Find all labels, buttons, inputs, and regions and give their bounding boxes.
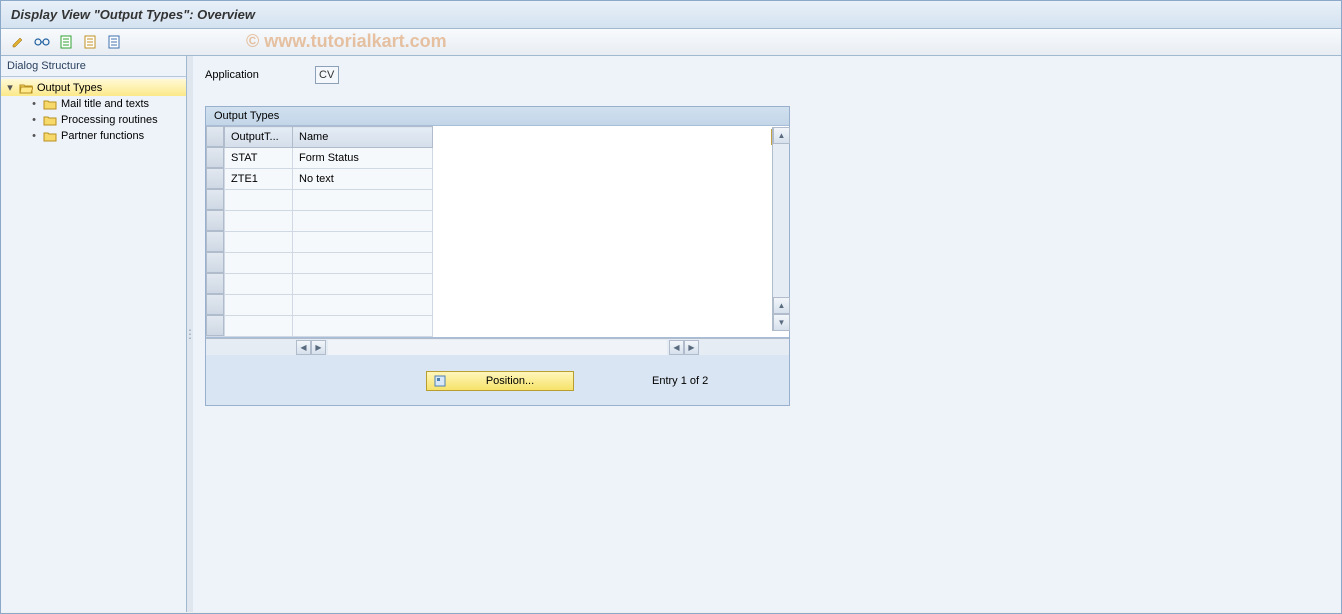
sidebar: Dialog Structure ▾ Output Types • Mail t… — [1, 56, 187, 612]
row-selector[interactable] — [206, 294, 224, 315]
row-select-column — [206, 126, 224, 337]
tree-item-processing-routines[interactable]: • Processing routines — [1, 112, 186, 128]
row-selector[interactable] — [206, 168, 224, 189]
position-button-label: Position... — [453, 375, 567, 387]
scroll-down-button[interactable]: ▼ — [773, 314, 790, 331]
scroll-up2-button[interactable]: ▲ — [773, 297, 790, 314]
select-all-corner[interactable] — [206, 126, 224, 147]
table-row[interactable] — [225, 274, 433, 295]
scroll-right-button[interactable]: ▶ — [311, 340, 326, 355]
table-row[interactable] — [225, 253, 433, 274]
tree-item-partner-functions[interactable]: • Partner functions — [1, 128, 186, 144]
scroll-track[interactable] — [328, 340, 667, 355]
glasses-icon — [34, 36, 50, 48]
output-types-table: OutputT... Name STAT Form Status ZTE1 No… — [224, 126, 433, 337]
collapse-icon[interactable]: ▾ — [5, 81, 15, 94]
tree: ▾ Output Types • Mail title and texts • … — [1, 77, 186, 146]
sidebar-header: Dialog Structure — [1, 56, 186, 77]
list-yellow-icon — [84, 35, 96, 49]
table-row[interactable] — [225, 190, 433, 211]
list-blue-icon — [108, 35, 120, 49]
table-row[interactable] — [225, 316, 433, 337]
table-row[interactable] — [225, 232, 433, 253]
scroll-left2-button[interactable]: ◀ — [669, 340, 684, 355]
cell-output-name[interactable]: No text — [293, 169, 433, 190]
scroll-left-button[interactable]: ◀ — [296, 340, 311, 355]
entry-status: Entry 1 of 2 — [652, 375, 708, 387]
toolbar: © www.tutorialkart.com — [1, 29, 1341, 56]
tree-item-mail-title[interactable]: • Mail title and texts — [1, 96, 186, 112]
application-field-row: Application — [205, 66, 1329, 84]
folder-icon — [43, 98, 57, 110]
select-all-button[interactable] — [57, 33, 75, 51]
tree-root-label: Output Types — [37, 82, 102, 94]
panel-footer: Position... Entry 1 of 2 — [206, 355, 789, 405]
main-area: Application Output Types — [193, 56, 1341, 612]
glasses-button[interactable] — [33, 33, 51, 51]
tree-item-label: Mail title and texts — [61, 98, 149, 110]
row-selector[interactable] — [206, 273, 224, 294]
list-green-icon — [60, 35, 72, 49]
cell-output-code[interactable]: STAT — [225, 148, 293, 169]
application-label: Application — [205, 69, 305, 81]
output-types-panel: Output Types Outp — [205, 106, 790, 406]
tree-root-output-types[interactable]: ▾ Output Types — [1, 79, 186, 96]
bullet-icon: • — [29, 130, 39, 142]
position-icon — [433, 374, 447, 388]
scroll-right2-button[interactable]: ▶ — [684, 340, 699, 355]
select-block-button[interactable] — [81, 33, 99, 51]
deselect-all-button[interactable] — [105, 33, 123, 51]
table-row[interactable]: STAT Form Status — [225, 148, 433, 169]
table-row[interactable]: ZTE1 No text — [225, 169, 433, 190]
row-selector[interactable] — [206, 210, 224, 231]
horizontal-scrollbar[interactable]: ◀ ▶ ◀ ▶ — [206, 338, 789, 355]
tree-item-label: Processing routines — [61, 114, 158, 126]
row-selector[interactable] — [206, 252, 224, 273]
window-title: Display View "Output Types": Overview — [1, 1, 1341, 29]
vertical-scrollbar[interactable]: ▲ ▲ ▼ — [772, 127, 789, 331]
cell-output-name[interactable]: Form Status — [293, 148, 433, 169]
scroll-up-button[interactable]: ▲ — [773, 127, 790, 144]
bullet-icon: • — [29, 114, 39, 126]
table-row[interactable] — [225, 211, 433, 232]
table-row[interactable] — [225, 295, 433, 316]
row-selector[interactable] — [206, 147, 224, 168]
content-area: Dialog Structure ▾ Output Types • Mail t… — [1, 56, 1341, 612]
folder-icon — [43, 114, 57, 126]
bullet-icon: • — [29, 98, 39, 110]
folder-open-icon — [19, 82, 33, 94]
application-input[interactable] — [315, 66, 339, 84]
pencil-icon — [11, 35, 25, 49]
tree-item-label: Partner functions — [61, 130, 144, 142]
change-mode-button[interactable] — [9, 33, 27, 51]
col-header-output[interactable]: OutputT... — [225, 127, 293, 148]
watermark: © www.tutorialkart.com — [246, 31, 447, 52]
table-header-row: OutputT... Name — [225, 127, 433, 148]
row-selector[interactable] — [206, 315, 224, 336]
panel-title: Output Types — [206, 107, 789, 126]
row-selector[interactable] — [206, 189, 224, 210]
cell-output-code[interactable]: ZTE1 — [225, 169, 293, 190]
row-selector[interactable] — [206, 231, 224, 252]
col-header-name[interactable]: Name — [293, 127, 433, 148]
position-button[interactable]: Position... — [426, 371, 574, 391]
folder-icon — [43, 130, 57, 142]
table-wrap: OutputT... Name STAT Form Status ZTE1 No… — [206, 126, 789, 338]
